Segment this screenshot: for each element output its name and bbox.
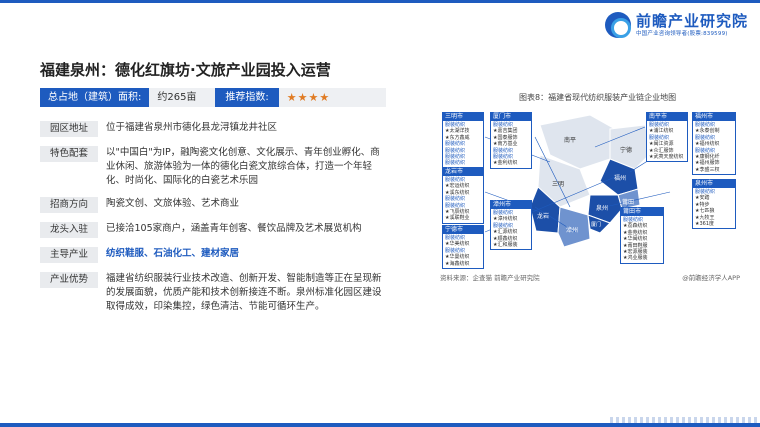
- city-line: ★武夷天度纺织: [649, 154, 684, 161]
- city-name: 宁德市: [443, 226, 483, 234]
- city-name: 南平市: [647, 113, 687, 121]
- city-box-putian: 莆田市 服装纺织 ★荔森纺织 ★金苑纺织 ★华闽纺织 ★莆田鞋服 ★宏源服装 ★…: [620, 207, 664, 264]
- city-name: 泉州市: [693, 180, 735, 188]
- brand-logo: 前瞻产业研究院 中国产业咨询领导者(股票:839599): [604, 11, 748, 38]
- city-box-xiamen: 厦门市 服装纺织 ★嘉吉集团 ★国泰服饰 ★南方基业 服装纺织 服装纺织 ★金利…: [490, 112, 532, 169]
- map-label-fuzhou: 福州: [614, 175, 627, 182]
- row-label: 龙头入驻: [40, 222, 98, 238]
- info-row-address: 园区地址 位于福建省泉州市德化县龙浔镇龙井社区: [40, 121, 386, 137]
- city-line: ★海鑫纺织: [445, 260, 470, 267]
- figure-source-app: @前瞻经济学人APP: [682, 274, 740, 282]
- info-row-industry: 主导产业 纺织鞋服、石油化工、建材家居: [40, 247, 386, 263]
- logo-icon: [604, 12, 631, 38]
- recommend-group: 推荐指数: ★★★★: [209, 88, 386, 107]
- map-label-longyan: 龙岩: [537, 213, 550, 220]
- info-row-features: 特色配套 以"中国白"为IP，融陶瓷文化创意、文化展示、青年创业孵化、商业休闲、…: [40, 146, 386, 188]
- city-line: ★溪联鞋业: [445, 215, 470, 222]
- city-box-longyan: 龙岩市 服装纺织 ★宏运纺织 ★溪东纺织 服装纺织 服装纺织 ★飞辰纺织 ★溪联…: [442, 167, 484, 224]
- park-info-list: 园区地址 位于福建省泉州市德化县龙浔镇龙井社区 特色配套 以"中国白"为IP，融…: [40, 121, 386, 323]
- bottom-accent-bar: [0, 423, 760, 427]
- map-label-putian: 莆田: [622, 199, 635, 206]
- info-row-advantages: 产业优势 福建省纺织服装行业技术改造、创新开发、智能制造等正在呈现新的发展面貌，…: [40, 272, 386, 314]
- row-value: 位于福建省泉州市德化县龙浔镇龙井社区: [106, 122, 278, 133]
- row-value: 已接洽105家商户，涵盖青年创客、餐饮品牌及艺术展览机构: [106, 223, 362, 234]
- city-name: 莆田市: [621, 208, 663, 216]
- figure-source: 资料来源：企查猫 前瞻产业研究院: [440, 274, 540, 282]
- city-box-quanzhou: 泉州市 服装纺织 ★安踏 ★特步 ★七匹狼 ★九牧王 ★361度: [692, 179, 736, 230]
- top-accent-bar: [0, 0, 760, 3]
- info-row-leaders: 龙头入驻 已接洽105家商户，涵盖青年创客、餐饮品牌及艺术展览机构: [40, 222, 386, 238]
- row-value: 福建省纺织服装行业技术改造、创新开发、智能制造等正在呈现新的发展面貌，优质产能和…: [106, 273, 382, 312]
- city-box-ningde: 宁德市 服装纺织 ★华美纺织 服装纺织 ★华曼纺织 ★海鑫纺织: [442, 225, 484, 270]
- brand-name: 前瞻产业研究院: [635, 11, 748, 30]
- row-label: 产业优势: [40, 272, 98, 288]
- city-line: ★汇和服装: [493, 242, 518, 249]
- brand-tagline: 中国产业咨询领导者(股票:839599): [635, 30, 728, 37]
- city-name: 厦门市: [491, 113, 531, 121]
- map-label-xiamen: 厦门: [591, 222, 602, 228]
- city-line: ★361度: [695, 221, 715, 228]
- city-box-sanming: 三明市 服装纺织 ★太湖洋技 ★东方鑫威 服装纺织 服装纺织 服装纺织 服装纺织: [442, 112, 484, 169]
- map-label-ningde: 宁德: [620, 147, 633, 154]
- map-label-nanping: 南平: [564, 137, 577, 144]
- page-title: 福建泉州：德化红旗坊·文旅产业园投入运营: [40, 61, 331, 79]
- info-row-investment: 招商方向 陶瓷文创、文旅体验、艺术商业: [40, 197, 386, 213]
- city-box-zhangzhou: 漳州市 服装纺织 ★漳州纺织 服装纺织 ★汇源纺织 ★顺鑫纺织 ★汇和服装: [490, 200, 532, 251]
- row-value: 陶瓷文创、文旅体验、艺术商业: [106, 198, 240, 209]
- summary-bar: 总占地（建筑）面积: 约265亩 推荐指数: ★★★★: [40, 88, 386, 107]
- city-line: 服装纺织: [445, 160, 466, 167]
- map-label-zhangzhou: 漳州: [566, 227, 579, 234]
- city-box-nanping: 南平市 服装纺织 ★浦江纺织 服装纺织 ★闽江资源 ★众汇服饰 ★武夷天度纺织: [646, 112, 688, 163]
- enterprise-map: 南平 三明 宁德 福州 莆田 泉州 漳州 龙岩 厦门 三明市 服装纺织 ★太湖洋…: [440, 107, 740, 270]
- city-name: 龙岩市: [443, 168, 483, 176]
- city-name: 福州市: [693, 113, 735, 121]
- area-label: 总占地（建筑）面积:: [40, 88, 150, 107]
- city-box-fuzhou: 福州市 服装纺织 ★永泰创制 服装纺织 ★福州纺织 服装纺织 ★康钢化纤 ★福州…: [692, 112, 736, 176]
- row-label: 招商方向: [40, 197, 98, 213]
- city-line: ★金利纺织: [493, 160, 518, 167]
- row-value: 以"中国白"为IP，融陶瓷文化创意、文化展示、青年创业孵化、商业休闲、旅游体验为…: [106, 147, 380, 186]
- row-value: 纺织鞋服、石油化工、建材家居: [106, 248, 240, 259]
- row-label: 特色配套: [40, 146, 98, 162]
- city-line: ★鸿业服装: [623, 255, 648, 262]
- city-name: 三明市: [443, 113, 483, 121]
- area-value: 约265亩: [149, 88, 210, 107]
- recommend-label: 推荐指数:: [215, 88, 279, 107]
- city-name: 漳州市: [491, 201, 531, 209]
- rating-stars-icon: ★★★★: [286, 91, 331, 104]
- map-label-sanming: 三明: [552, 181, 565, 188]
- map-label-quanzhou: 泉州: [596, 205, 609, 212]
- city-line: ★李盛三权: [695, 166, 720, 173]
- row-label: 主导产业: [40, 247, 98, 263]
- row-label: 园区地址: [40, 121, 98, 137]
- figure-caption: 图表8：福建省现代纺织服装产业链企业地图: [519, 93, 677, 102]
